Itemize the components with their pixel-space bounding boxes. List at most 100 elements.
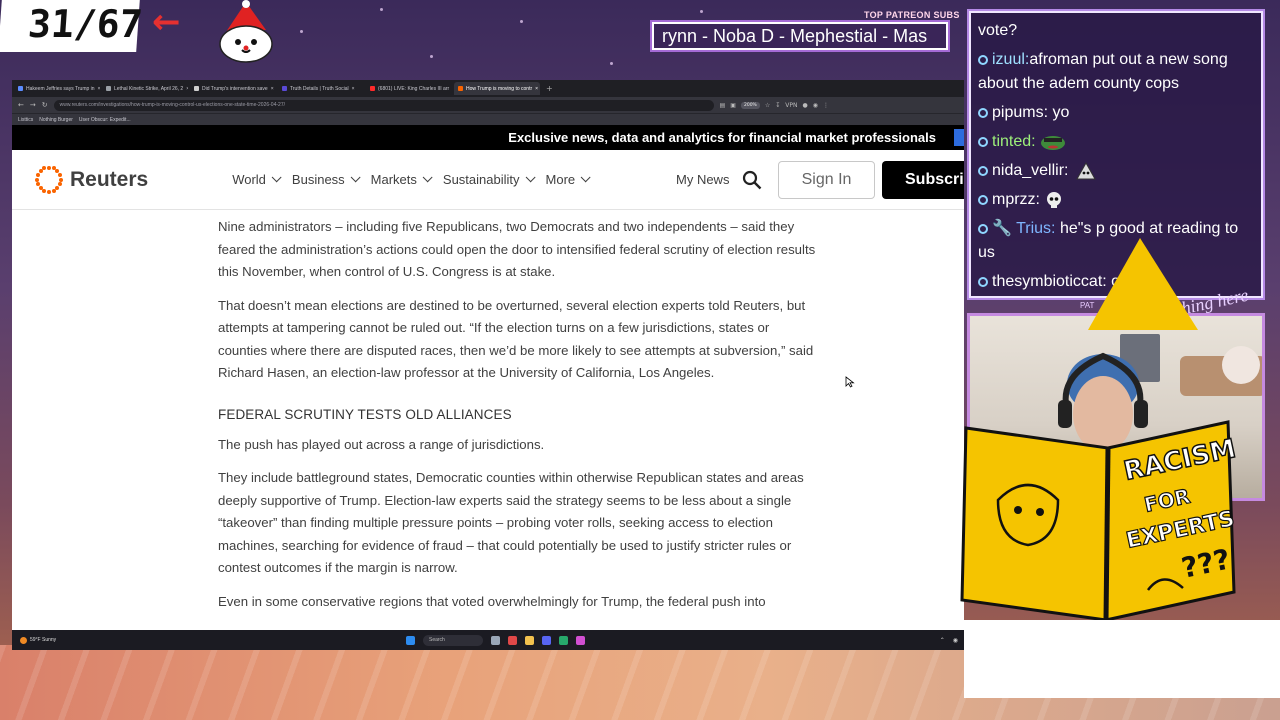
article-paragraph: They include battleground states, Democr… xyxy=(218,470,804,575)
browser-app-icon[interactable] xyxy=(508,635,517,645)
sign-in-button[interactable]: Sign In xyxy=(778,161,875,199)
chat-username[interactable]: Trius: xyxy=(1016,220,1055,237)
reader-icon[interactable]: ▤ xyxy=(720,102,726,109)
chrome-icon[interactable] xyxy=(559,635,568,645)
tab-close-icon[interactable]: × xyxy=(535,86,538,92)
obs-icon[interactable] xyxy=(576,635,585,645)
url-field[interactable]: www.reuters.com/investigations/how-trump… xyxy=(53,99,714,111)
download-icon[interactable]: ↧ xyxy=(775,102,780,109)
chat-message: vote? xyxy=(978,19,1255,43)
bookmark-item[interactable]: Nothing Burger xyxy=(39,117,73,123)
browser-tab[interactable]: Lethal Kinetic Strike, April 26, 2 × xyxy=(102,82,188,95)
article-paragraph: Even in some conservative regions that v… xyxy=(218,593,766,609)
tab-favicon-icon xyxy=(370,86,375,91)
article-paragraph: Nine administrators – including five Rep… xyxy=(218,219,816,279)
site-header: Reuters World Business Markets Sustainab… xyxy=(12,150,964,210)
nav-label: Sustainability xyxy=(442,172,520,187)
tab-favicon-icon xyxy=(18,86,23,91)
tab-label: Did Trump's intervention save xyxy=(202,85,268,92)
subscribe-button[interactable]: Subscribe xyxy=(882,161,964,199)
browser-tab[interactable]: Hakeem Jeffries says Trump in × xyxy=(14,82,100,95)
racism-for-experts-book: RACISM FOR EXPERTS ??? xyxy=(960,420,1238,622)
logo-dot xyxy=(58,182,63,187)
windows-taskbar: 59°F Sunny Search ⌃ ◉ xyxy=(12,630,964,650)
network-icon[interactable]: ◉ xyxy=(953,637,958,644)
chat-username[interactable]: pipums: xyxy=(992,104,1048,121)
profile-icon[interactable]: ◉ xyxy=(813,102,818,109)
chat-badge-icon xyxy=(978,277,988,287)
browser-tab[interactable]: (6801) LIVE: King Charles III arr× xyxy=(366,82,452,95)
chevron-down-icon xyxy=(350,172,361,183)
nav-item-markets[interactable]: Markets xyxy=(371,172,433,187)
browser-tab[interactable]: Truth Details | Truth Social × xyxy=(278,82,364,95)
patreon-ticker: rynn - Noba D - Mephestial - Mas xyxy=(652,22,948,50)
taskbar-search[interactable]: Search xyxy=(423,634,483,646)
nav-item-business[interactable]: Business xyxy=(291,172,361,187)
my-news-link[interactable]: My News xyxy=(676,172,729,187)
reload-icon[interactable]: ↻ xyxy=(42,101,48,109)
system-tray: ⌃ ◉ xyxy=(940,637,958,644)
new-tab-icon[interactable]: + xyxy=(546,84,553,93)
task-view-icon[interactable] xyxy=(491,635,500,645)
screenshot-icon[interactable]: ▣ xyxy=(730,102,736,109)
bookmark-item[interactable]: User Obscur: Expedit... xyxy=(79,117,131,123)
chat-badge-icon xyxy=(978,166,988,176)
search-icon[interactable] xyxy=(742,170,762,190)
browser-window: Hakeem Jeffries says Trump in × Lethal Kin… xyxy=(12,80,964,650)
bookmark-item[interactable]: Listtics xyxy=(18,117,33,123)
nav-label: Business xyxy=(291,172,345,187)
promo-banner[interactable]: Exclusive news, data and analytics for f… xyxy=(12,125,964,150)
logo-dot xyxy=(47,189,51,194)
back-icon[interactable]: ← xyxy=(18,101,24,109)
plush-toy xyxy=(1222,346,1260,384)
nav-item-more[interactable]: More xyxy=(545,172,591,187)
logo-dot xyxy=(59,177,63,182)
tray-chevron-icon[interactable]: ⌃ xyxy=(940,637,945,644)
chat-message: pipums: yo xyxy=(978,101,1255,125)
banner-cta[interactable] xyxy=(954,129,964,146)
discord-icon[interactable] xyxy=(542,635,551,645)
browser-tab[interactable]: Did Trump's intervention save × xyxy=(190,82,276,95)
tab-close-icon[interactable]: × xyxy=(352,86,355,92)
chat-username[interactable]: mprzz: xyxy=(992,191,1040,208)
extension-icon[interactable]: ● xyxy=(802,102,807,109)
tab-bar: Hakeem Jeffries says Trump in × Lethal Kin… xyxy=(12,80,964,97)
chat-message: izuul:afroman put out a new song about t… xyxy=(978,48,1255,96)
bookmarks-bar: Listtics Nothing Burger User Obscur: Exped… xyxy=(12,113,964,125)
browser-tab[interactable]: How Trump is moving to contr × xyxy=(454,82,540,95)
chat-text: vote? xyxy=(978,22,1018,39)
logo-dot xyxy=(35,172,40,177)
chat-username[interactable]: izuul: xyxy=(992,51,1029,68)
chat-username[interactable]: tinted: xyxy=(992,133,1036,150)
weather-widget[interactable]: 59°F Sunny xyxy=(20,636,57,644)
chat-badge-icon xyxy=(978,195,988,205)
nav-item-world[interactable]: World xyxy=(232,172,282,187)
vpn-badge[interactable]: VPN xyxy=(785,102,797,109)
sun-icon xyxy=(20,636,27,644)
nav-label: World xyxy=(232,172,266,187)
tab-close-icon[interactable]: × xyxy=(271,86,274,92)
tab-label: Hakeem Jeffries says Trump in xyxy=(26,85,95,92)
nav-item-sustainability[interactable]: Sustainability xyxy=(442,172,536,187)
weather-text: 59°F Sunny xyxy=(30,637,57,643)
zoom-level[interactable]: 200% xyxy=(740,101,760,109)
chat-username[interactable]: nida_vellir: xyxy=(992,162,1068,179)
menu-icon[interactable]: ⋮ xyxy=(823,102,829,109)
browser-toolbar: ▤ ▣ 200% ☆ ↧ VPN ● ◉ ⋮ xyxy=(720,101,829,109)
reuters-logo[interactable]: Reuters xyxy=(34,165,148,195)
forward-icon[interactable]: → xyxy=(30,101,36,109)
tab-close-icon[interactable]: × xyxy=(98,86,100,92)
chevron-down-icon xyxy=(580,172,591,183)
tab-label: Lethal Kinetic Strike, April 26, 2 xyxy=(114,85,184,92)
chat-message: mprzz: xyxy=(978,188,1255,212)
frog-emote-icon xyxy=(1041,135,1066,150)
nav-label: More xyxy=(545,172,576,187)
skull-emote-icon xyxy=(1047,191,1062,208)
file-explorer-icon[interactable] xyxy=(525,635,534,645)
logo-dot xyxy=(47,165,51,170)
tab-close-icon[interactable]: × xyxy=(186,86,188,92)
article-paragraph: The push has played out across a range o… xyxy=(218,436,545,452)
windows-start-icon[interactable] xyxy=(406,635,415,645)
tab-favicon-icon xyxy=(458,86,463,91)
star-icon[interactable]: ☆ xyxy=(765,102,770,109)
